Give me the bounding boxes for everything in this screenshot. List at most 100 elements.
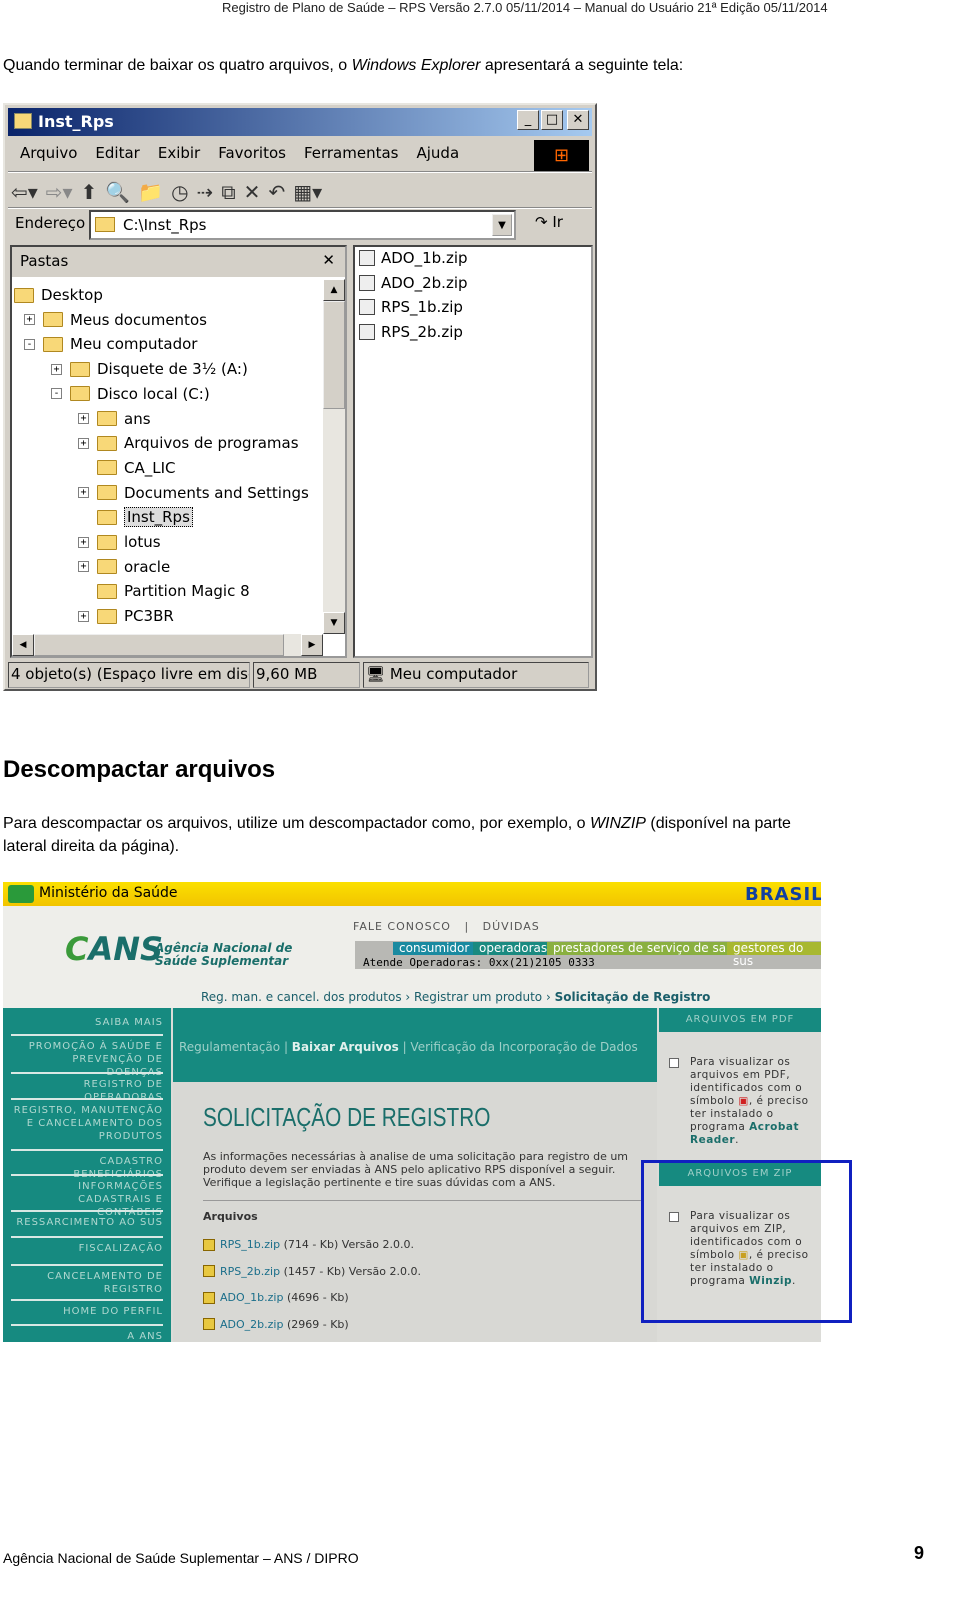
tree-item[interactable]: + Documents and Settings: [78, 481, 309, 505]
menu-arquivo[interactable]: Arquivo: [11, 141, 86, 169]
duvidas-link[interactable]: DÚVIDAS: [483, 920, 540, 933]
tree-item[interactable]: Partition Magic 8: [78, 579, 250, 603]
dropdown-button[interactable]: ▼: [492, 214, 512, 236]
expand-icon[interactable]: +: [78, 610, 89, 622]
forward-icon[interactable]: ⇨▾: [46, 180, 73, 204]
tree-item[interactable]: + Disquete de 3½ (A:): [51, 357, 248, 381]
collapse-icon[interactable]: -: [24, 338, 35, 350]
hscroll-thumb[interactable]: [34, 634, 284, 656]
highlight-box: [641, 1160, 852, 1323]
ministry-link[interactable]: Ministério da Saúde: [39, 885, 178, 901]
expand-icon[interactable]: +: [78, 536, 89, 548]
tab-consumidor[interactable]: consumidor: [393, 942, 476, 955]
tree-item[interactable]: + Arquivos de programas: [78, 431, 299, 455]
menu-editar[interactable]: Editar: [86, 141, 148, 169]
sidebar-item[interactable]: RESSARCIMENTO AO SUS: [13, 1216, 163, 1229]
undo-icon[interactable]: ↶: [268, 180, 285, 204]
logo-subtitle: Agência Nacional de Saúde Suplementar: [155, 942, 292, 968]
sidebar-item[interactable]: HOME DO PERFIL: [13, 1305, 163, 1318]
expand-icon[interactable]: +: [78, 487, 89, 499]
status-bar: 4 objeto(s) (Espaço livre em disco: 9,60…: [8, 662, 589, 688]
delete-icon[interactable]: ✕: [244, 180, 261, 204]
fale-conosco-link[interactable]: FALE CONOSCO: [353, 920, 451, 933]
tab-operadoras[interactable]: operadoras: [473, 942, 554, 955]
scroll-right-button[interactable]: ▶: [301, 634, 323, 656]
close-button[interactable]: ✕: [567, 110, 589, 130]
file-item[interactable]: RPS_2b.zip: [359, 323, 463, 341]
ans-logo[interactable]: CANS: [65, 930, 163, 968]
expand-icon[interactable]: +: [51, 363, 62, 375]
sidebar-item[interactable]: REGISTRO, MANUTENÇÃO E CANCELAMENTO DOS …: [13, 1104, 163, 1143]
up-folder-icon[interactable]: ⬆: [81, 180, 98, 204]
menu-favoritos[interactable]: Favoritos: [209, 141, 295, 169]
search-icon[interactable]: 🔍: [105, 180, 130, 204]
download-link[interactable]: RPS_2b.zip: [220, 1265, 280, 1278]
tree-item[interactable]: + oracle: [78, 555, 170, 579]
scroll-left-button[interactable]: ◀: [12, 634, 34, 656]
sidebar-item[interactable]: CADASTRO BENEFICIÁRIOS: [13, 1155, 163, 1181]
tree-item[interactable]: + lotus: [78, 530, 161, 554]
tree-item-label: Disquete de 3½ (A:): [97, 360, 248, 379]
maximize-button[interactable]: □: [541, 110, 563, 130]
vertical-scrollbar[interactable]: ▲ ▼: [323, 279, 345, 634]
horizontal-scrollbar[interactable]: ◀ ▶: [12, 634, 323, 656]
sidebar-item[interactable]: FISCALIZAÇÃO: [13, 1242, 163, 1255]
tree-item[interactable]: + PC3BR: [78, 604, 174, 628]
go-button[interactable]: ↷ Ir: [535, 213, 563, 231]
expand-icon[interactable]: +: [78, 437, 89, 449]
sidebar-item[interactable]: INFORMAÇÕES CADASTRAIS E CONTÁBEIS: [13, 1180, 163, 1219]
sidebar-item[interactable]: A ANS: [13, 1330, 163, 1342]
expand-icon[interactable]: +: [24, 314, 35, 326]
expand-icon[interactable]: +: [78, 413, 89, 424]
scroll-down-button[interactable]: ▼: [323, 612, 345, 634]
menu-exibir[interactable]: Exibir: [149, 141, 209, 169]
download-link[interactable]: RPS_1b.zip: [220, 1238, 280, 1251]
views-icon[interactable]: ▦▾: [293, 180, 322, 204]
sidebar-item[interactable]: REGISTRO DE OPERADORAS: [13, 1078, 163, 1104]
copy-to-icon[interactable]: ⧉: [221, 180, 235, 204]
file-item[interactable]: ADO_1b.zip: [359, 249, 468, 267]
page-description: As informações necessárias à analise de …: [203, 1150, 629, 1189]
download-link[interactable]: ADO_1b.zip: [220, 1291, 283, 1304]
windows-logo-icon: ⊞: [534, 140, 589, 172]
toolbar: ⇦▾ ⇨▾ ⬆ 🔍 📁 ◷ ⇢ ⧉ ✕ ↶ ▦▾: [11, 175, 322, 209]
scroll-up-button[interactable]: ▲: [323, 279, 345, 301]
file-item[interactable]: ADO_2b.zip: [359, 274, 468, 292]
sidebar-item[interactable]: SAIBA MAIS: [13, 1016, 163, 1029]
tree-item[interactable]: - Meu computador: [24, 332, 197, 356]
file-item[interactable]: RPS_1b.zip: [359, 298, 463, 316]
collapse-icon[interactable]: -: [51, 388, 62, 400]
sidebar-item[interactable]: CANCELAMENTO DE REGISTRO: [13, 1270, 163, 1296]
tab-prestadores[interactable]: prestadores de serviço de saúde: [547, 942, 755, 955]
nav-baixar-arquivos[interactable]: Baixar Arquivos: [292, 1040, 399, 1054]
tab-gestores[interactable]: gestores do sus: [727, 942, 821, 968]
tree-item[interactable]: CA_LIC: [78, 456, 176, 480]
tree-item[interactable]: Inst_Rps: [78, 505, 193, 529]
folder-icon: [97, 608, 117, 624]
files-pane: ADO_1b.zip ADO_2b.zip RPS_1b.zip RPS_2b.zip: [353, 245, 593, 658]
breadcrumb-item[interactable]: Registrar um produto: [414, 990, 542, 1004]
scroll-thumb[interactable]: [323, 301, 345, 409]
menu-ferramentas[interactable]: Ferramentas: [295, 141, 408, 169]
close-pane-icon[interactable]: ✕: [322, 251, 335, 269]
download-link[interactable]: ADO_2b.zip: [220, 1318, 283, 1331]
move-to-icon[interactable]: ⇢: [197, 180, 214, 204]
expand-icon[interactable]: +: [78, 561, 89, 573]
history-icon[interactable]: ◷: [171, 180, 188, 204]
tree-item[interactable]: + Meus documentos: [24, 308, 207, 332]
menu-ajuda[interactable]: Ajuda: [408, 141, 469, 169]
folders-icon[interactable]: 📁: [138, 180, 163, 204]
breadcrumb-current: Solicitação de Registro: [554, 990, 711, 1004]
address-input[interactable]: C:\Inst_Rps ▼: [89, 210, 516, 240]
tree-item[interactable]: Desktop: [14, 283, 103, 307]
minimize-button[interactable]: _: [517, 110, 539, 130]
download-item: RPS_1b.zip (714 - Kb) Versão 2.0.0.: [203, 1238, 414, 1251]
brasil-logo: BRASIL: [745, 884, 821, 905]
nav-regulamentacao[interactable]: Regulamentação: [179, 1040, 280, 1054]
nav-verificacao[interactable]: Verificação da Incorporação de Dados: [410, 1040, 637, 1054]
tree-item[interactable]: - Disco local (C:): [51, 382, 210, 406]
tree-item[interactable]: + ans: [78, 407, 151, 431]
intro-text: Quando terminar de baixar os quatro arqu…: [3, 57, 352, 74]
back-icon[interactable]: ⇦▾: [11, 180, 38, 204]
breadcrumb-item[interactable]: Reg. man. e cancel. dos produtos: [201, 990, 402, 1004]
